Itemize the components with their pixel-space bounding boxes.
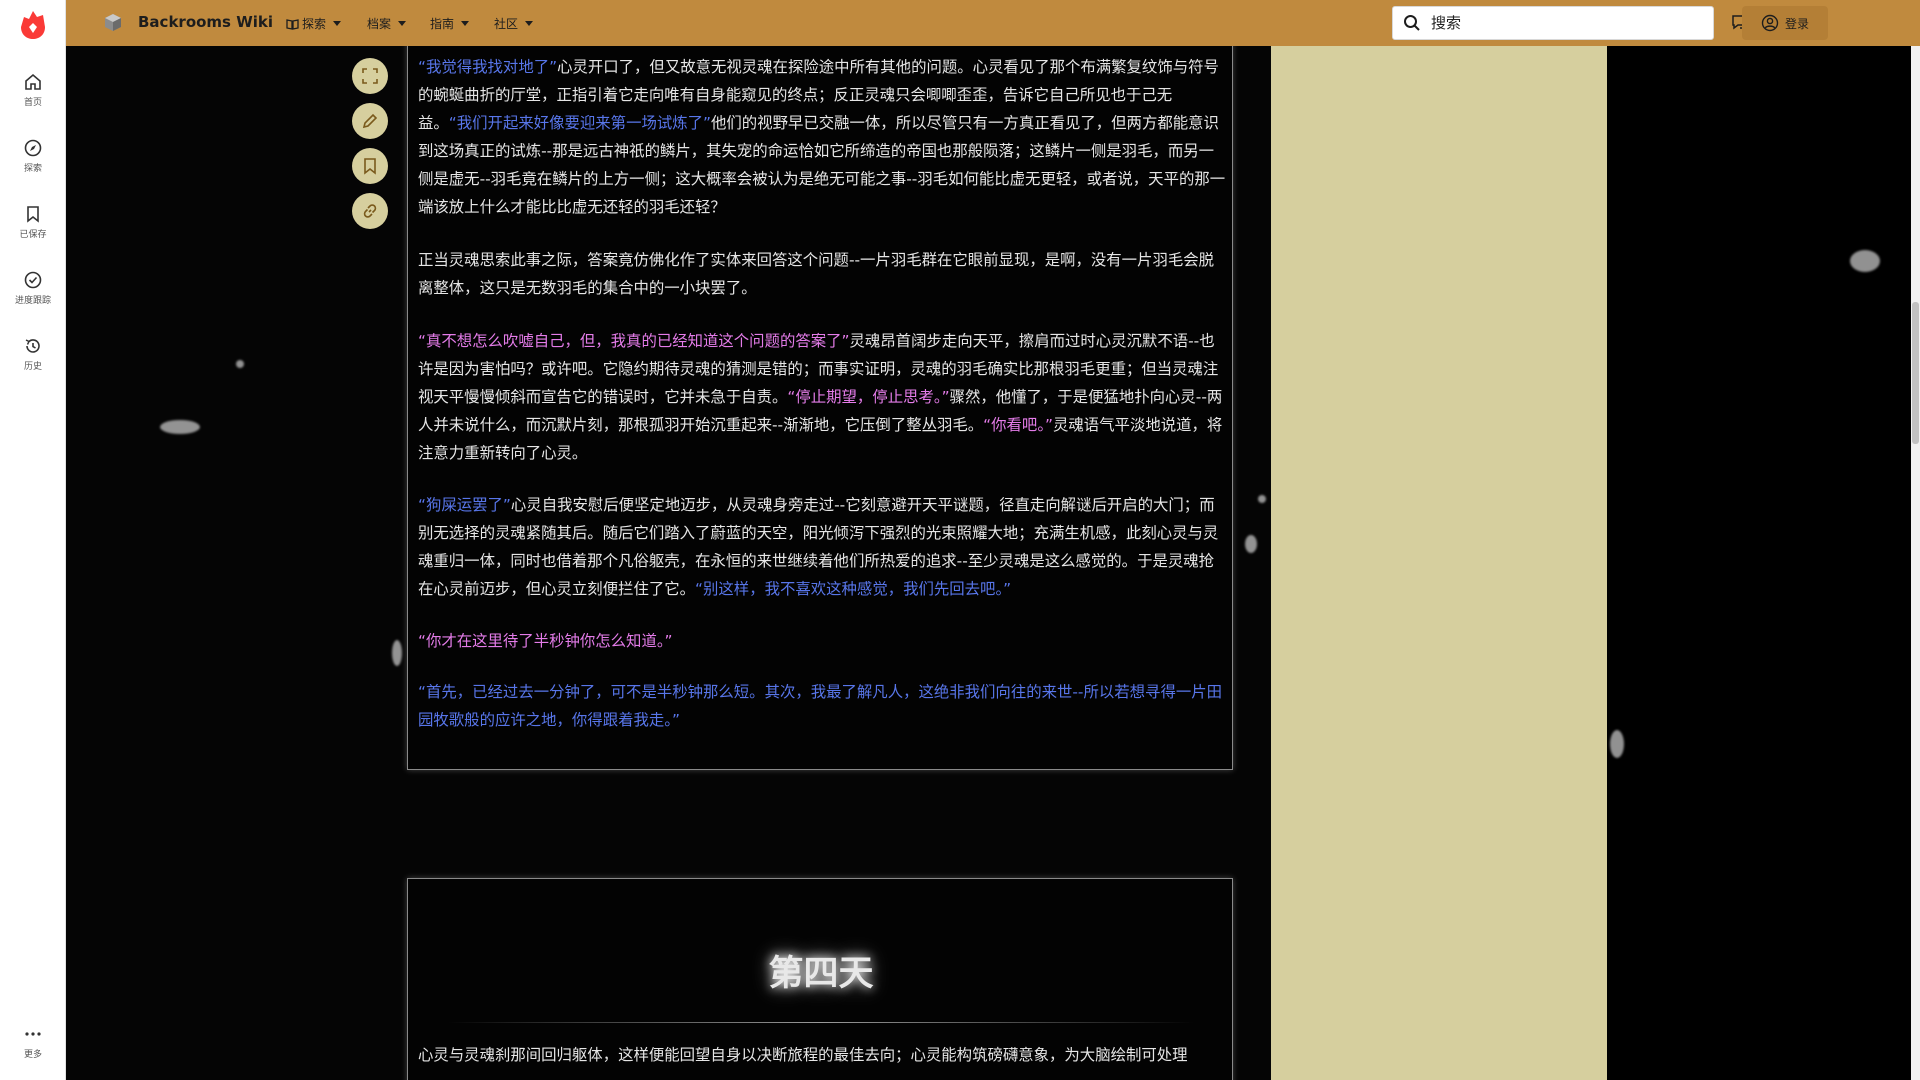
bookmark-icon	[364, 158, 376, 175]
nav-archive[interactable]: 档案	[367, 15, 407, 32]
background-speck	[1610, 730, 1624, 758]
pencil-icon	[362, 113, 378, 129]
chevron-down-icon	[398, 21, 407, 26]
paragraph: “真不想怎么吹嘘自己，但，我真的已经知道这个问题的答案了”灵魂昂首阔步走向天平，…	[418, 327, 1226, 467]
nav-explore[interactable]: 探索	[286, 15, 342, 32]
book-icon	[286, 18, 299, 30]
chevron-down-icon	[525, 21, 534, 26]
rail-item-label: 历史	[23, 362, 42, 372]
rail-item-saved[interactable]: 已保存	[0, 204, 66, 256]
dialogue-mind: “狗屎运罢了”	[418, 496, 511, 514]
paragraph: 心灵与灵魂刹那间回归躯体，这样便能回望自身以决断旅程的最佳去向；心灵能构筑磅礴意…	[418, 1046, 1188, 1064]
dialogue-soul: “停止期望，停止思考。”	[787, 388, 950, 406]
section-heading: 第四天	[768, 954, 874, 994]
rail-item-label: 更多	[23, 1050, 42, 1060]
rail-item-more[interactable]: 更多	[0, 1024, 66, 1076]
login-button[interactable]: 登录	[1742, 6, 1828, 40]
nav-label: 探索	[302, 17, 327, 31]
nav-label: 社区	[494, 17, 519, 31]
article-section: “我觉得我找对地了”心灵开口了，但又故意无视灵魂在探险途中所有其他的问题。心灵看…	[407, 30, 1233, 770]
search-input[interactable]	[1431, 8, 1713, 38]
page-scrollbar-track[interactable]	[1911, 0, 1920, 1080]
check-circle-icon	[24, 271, 42, 289]
page-scrollbar-thumb[interactable]	[1912, 302, 1919, 444]
rail-item-history[interactable]: 历史	[0, 336, 66, 388]
site-name[interactable]: Backrooms Wiki	[138, 13, 273, 31]
nav-community[interactable]: 社区	[494, 15, 534, 32]
nav-guide[interactable]: 指南	[430, 15, 470, 32]
paragraph-dialogue-mind: “首先，已经过去一分钟了，可不是半秒钟那么短。其次，我最了解凡人，这绝非我们向往…	[418, 683, 1223, 729]
left-rail: 首页 探索 已保存 进度跟踪 历史 更多	[0, 0, 66, 1080]
site-cube-icon[interactable]	[102, 12, 124, 34]
save-page-button[interactable]	[352, 148, 388, 184]
rail-item-progress[interactable]: 进度跟踪	[0, 270, 66, 322]
rail-item-explore[interactable]: 探索	[0, 138, 66, 190]
background-speck	[1245, 535, 1257, 553]
history-icon	[25, 339, 40, 353]
rail-item-label: 进度跟踪	[14, 296, 51, 306]
home-icon	[25, 73, 41, 90]
rail-item-home[interactable]: 首页	[0, 72, 66, 124]
expand-icon	[362, 68, 378, 84]
paragraph-dialogue-soul: “你才在这里待了半秒钟你怎么知道。”	[418, 632, 673, 650]
top-bar: Backrooms Wiki 探索 档案 指南 社区 登录	[66, 0, 1920, 46]
nav-label: 档案	[367, 17, 392, 31]
bookmark-icon	[27, 206, 39, 223]
search-icon	[1404, 15, 1420, 31]
compass-icon	[24, 139, 42, 157]
more-dots-icon	[25, 1032, 41, 1036]
background-speck	[160, 420, 200, 434]
rail-item-label: 探索	[23, 164, 42, 174]
user-icon	[1761, 14, 1779, 32]
dialogue-mind: “我觉得我找对地了”	[418, 58, 558, 76]
rail-item-label: 已保存	[19, 230, 47, 240]
copy-link-button[interactable]	[352, 193, 388, 229]
chevron-down-icon	[461, 21, 470, 26]
background-speck	[1258, 495, 1266, 503]
paragraph: 正当灵魂思索此事之际，答案竟仿佛化作了实体来回答这个问题--一片羽毛群在它眼前显…	[418, 251, 1215, 297]
paragraph: “我觉得我找对地了”心灵开口了，但又故意无视灵魂在探险途中所有其他的问题。心灵看…	[418, 53, 1226, 221]
heading-divider	[448, 1022, 1194, 1023]
fandom-logo-icon[interactable]	[19, 9, 47, 41]
dialogue-mind: “我们开起来好像要迎来第一场试炼了”	[448, 114, 711, 132]
right-background	[1607, 46, 1911, 1080]
dialogue-soul: “你看吧。”	[983, 416, 1053, 434]
search-box[interactable]	[1392, 6, 1714, 40]
day-four-section: 第四天 心灵与灵魂刹那间回归躯体，这样便能回望自身以决断旅程的最佳去向；心灵能构…	[407, 878, 1233, 1080]
dialogue-soul: “真不想怎么吹嘘自己，但，我真的已经知道这个问题的答案了”	[418, 332, 850, 350]
paragraph: “狗屎运罢了”心灵自我安慰后便坚定地迈步，从灵魂身旁走过--它刻意避开天平谜题，…	[418, 491, 1226, 603]
background-speck	[1850, 250, 1880, 272]
sidebar-background-panel	[1271, 46, 1607, 1080]
dialogue-mind: “别这样，我不喜欢这种感觉，我们先回去吧。”	[695, 580, 1012, 598]
link-icon	[363, 204, 377, 218]
rail-item-label: 首页	[23, 98, 42, 108]
login-label: 登录	[1784, 16, 1809, 31]
background-speck	[236, 360, 244, 368]
fullscreen-button[interactable]	[352, 58, 388, 94]
background-speck	[392, 640, 402, 666]
edit-button[interactable]	[352, 103, 388, 139]
nav-label: 指南	[430, 17, 455, 31]
chevron-down-icon	[333, 21, 342, 26]
